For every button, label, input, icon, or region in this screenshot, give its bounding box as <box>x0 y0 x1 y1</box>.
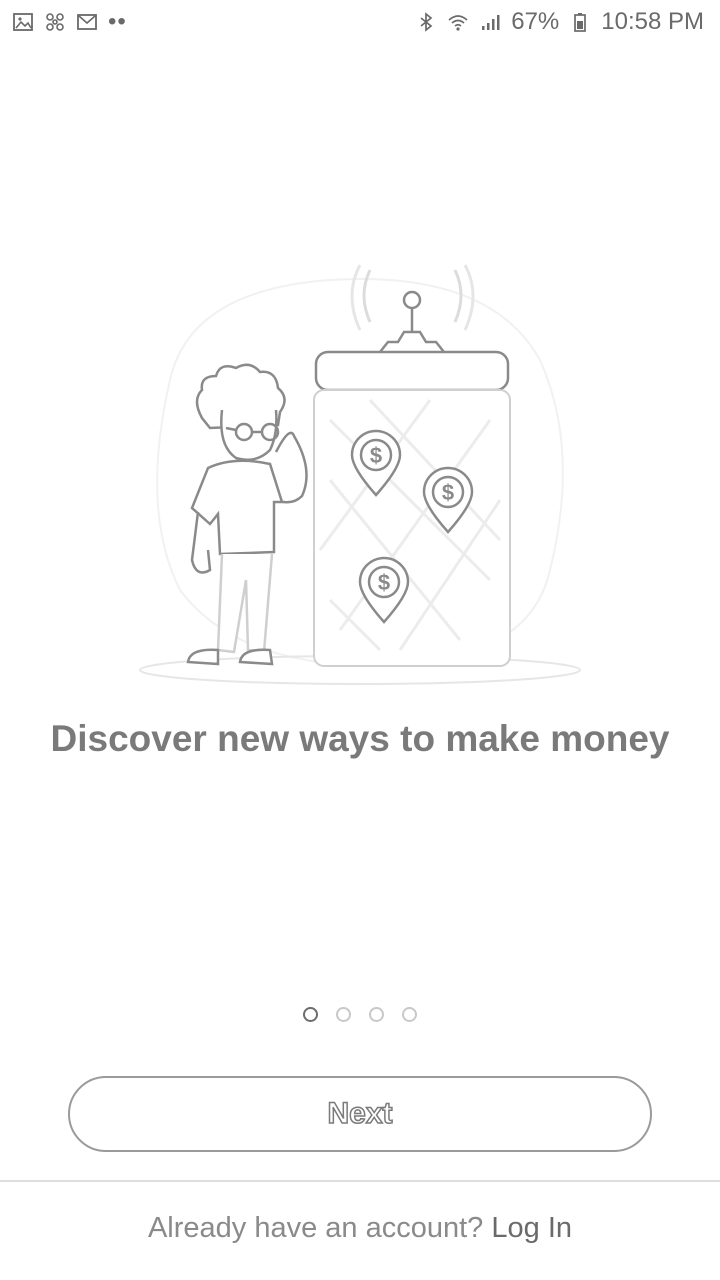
page-indicator <box>0 1007 720 1022</box>
footer-divider <box>0 1180 720 1182</box>
pin-3-symbol: $ <box>378 570 390 595</box>
battery-percent: 67% <box>511 8 560 35</box>
login-footer: Already have an account? Log In <box>0 1212 720 1245</box>
page-dot-1[interactable] <box>303 1007 318 1022</box>
page-dot-4[interactable] <box>402 1007 417 1022</box>
wifi-icon <box>447 11 469 33</box>
page-dot-3[interactable] <box>369 1007 384 1022</box>
next-button[interactable]: Next <box>68 1076 652 1152</box>
status-bar: •• 67% 10:58 PM <box>0 0 720 44</box>
pin-2-symbol: $ <box>442 480 454 505</box>
battery-icon <box>569 11 591 33</box>
gallery-icon <box>12 11 34 33</box>
gmail-icon <box>76 11 98 33</box>
more-dots-icon: •• <box>108 8 127 35</box>
pin-1-symbol: $ <box>370 443 382 468</box>
system-icons: 67% 10:58 PM <box>415 8 704 36</box>
clock: 10:58 PM <box>601 8 704 35</box>
pinwheel-icon <box>44 11 66 33</box>
account-prompt: Already have an account? <box>147 1212 484 1244</box>
person-with-phone-map-illustration: $ $ $ <box>139 264 581 685</box>
bluetooth-icon <box>415 11 437 33</box>
notification-icons: •• <box>12 10 127 34</box>
person-figure <box>186 363 308 666</box>
signal-icon <box>479 11 501 33</box>
onboarding-screen: •• 67% 10:58 PM $ $ $ Discover new ways … <box>0 0 720 1280</box>
onboarding-headline: Discover new ways to make money <box>50 718 670 759</box>
login-link[interactable]: Log In <box>491 1212 572 1244</box>
onboarding-illustration: $ $ $ <box>130 250 600 700</box>
page-dot-2[interactable] <box>336 1007 351 1022</box>
